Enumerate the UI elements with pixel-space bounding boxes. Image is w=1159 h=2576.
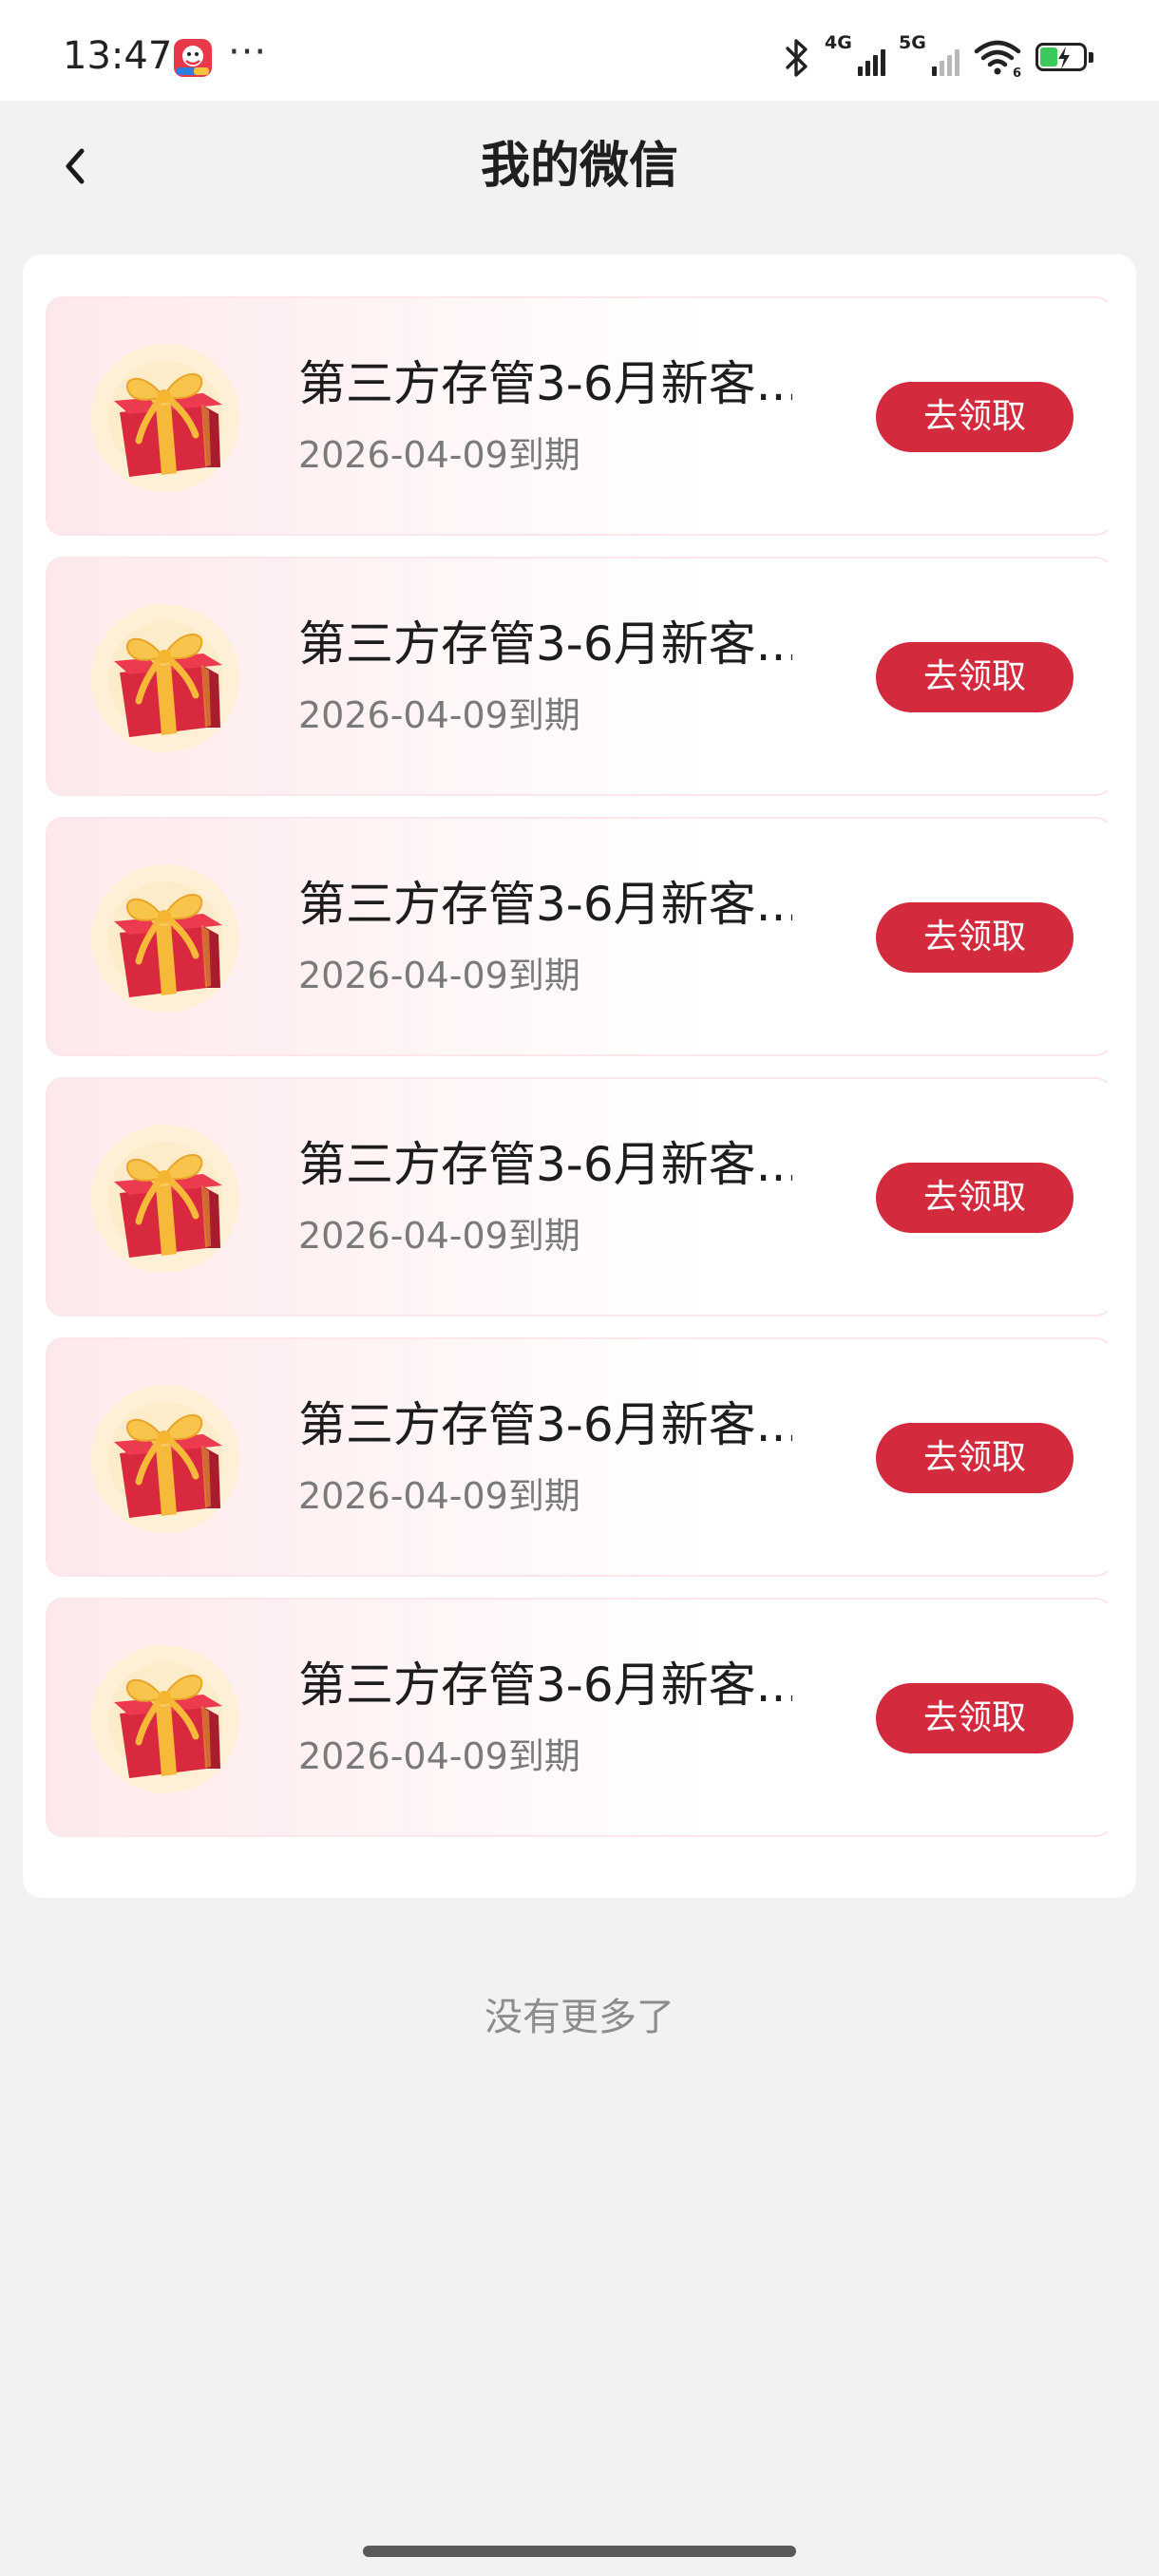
- page-title: 我的微信: [480, 138, 678, 195]
- gift-box-icon: [91, 1645, 239, 1793]
- coupon-item: 第三方存管3-6月新客... 2026-04-09到期 去领取: [46, 557, 1113, 796]
- coupon-expire-date: 2026-04-09到期: [298, 434, 580, 476]
- coupon-expire-date: 2026-04-09到期: [298, 1215, 580, 1257]
- app-notification-icon: [174, 39, 212, 77]
- coupon-expire-date: 2026-04-09到期: [298, 694, 580, 736]
- wifi-icon: 6: [974, 40, 1021, 78]
- coupon-item: 第三方存管3-6月新客... 2026-04-09到期 去领取: [46, 817, 1113, 1056]
- claim-button[interactable]: 去领取: [876, 1423, 1074, 1493]
- home-indicator[interactable]: [363, 2546, 796, 2557]
- claim-button[interactable]: 去领取: [876, 642, 1074, 712]
- coupon-expire-date: 2026-04-09到期: [298, 1475, 580, 1517]
- coupon-item: 第三方存管3-6月新客... 2026-04-09到期 去领取: [46, 1077, 1113, 1316]
- gift-box-icon: [91, 344, 239, 492]
- svg-text:6: 6: [1013, 66, 1021, 78]
- status-icons: 4G 5G 6: [783, 32, 1096, 80]
- coupon-expire-date: 2026-04-09到期: [298, 955, 580, 996]
- claim-button[interactable]: 去领取: [876, 1683, 1074, 1753]
- coupon-title: 第三方存管3-6月新客...: [298, 616, 792, 672]
- claim-button[interactable]: 去领取: [876, 382, 1074, 452]
- coupon-item: 第三方存管3-6月新客... 2026-04-09到期 去领取: [46, 296, 1113, 536]
- claim-button[interactable]: 去领取: [876, 902, 1074, 973]
- coupon-item: 第三方存管3-6月新客... 2026-04-09到期 去领取: [46, 1337, 1113, 1577]
- battery-charging-icon: [1036, 43, 1096, 73]
- coupon-title: 第三方存管3-6月新客...: [298, 877, 792, 932]
- gift-box-icon: [91, 604, 239, 752]
- signal-4g-icon: 4G: [825, 32, 885, 80]
- gift-box-icon: [91, 1385, 239, 1533]
- coupon-title: 第三方存管3-6月新客...: [298, 356, 792, 411]
- nav-bar: 我的微信: [0, 101, 1159, 232]
- signal-5g-icon: 5G: [899, 32, 960, 80]
- bluetooth-icon: [786, 39, 808, 77]
- gift-box-icon: [91, 1125, 239, 1273]
- coupon-title: 第三方存管3-6月新客...: [298, 1397, 792, 1452]
- status-time: 13:47: [63, 34, 173, 78]
- status-bar: 13:47 ··· 4G 5G 6: [0, 0, 1159, 101]
- coupon-list: 第三方存管3-6月新客... 2026-04-09到期 去领取 第三方存管3-6…: [23, 255, 1136, 1898]
- gift-box-icon: [91, 864, 239, 1013]
- coupon-title: 第三方存管3-6月新客...: [298, 1137, 792, 1192]
- coupon-expire-date: 2026-04-09到期: [298, 1735, 580, 1777]
- coupon-title: 第三方存管3-6月新客...: [298, 1657, 792, 1713]
- coupon-item: 第三方存管3-6月新客... 2026-04-09到期 去领取: [46, 1598, 1113, 1837]
- claim-button[interactable]: 去领取: [876, 1163, 1074, 1233]
- no-more-text: 没有更多了: [484, 1996, 674, 2039]
- status-more-dots: ···: [228, 30, 268, 74]
